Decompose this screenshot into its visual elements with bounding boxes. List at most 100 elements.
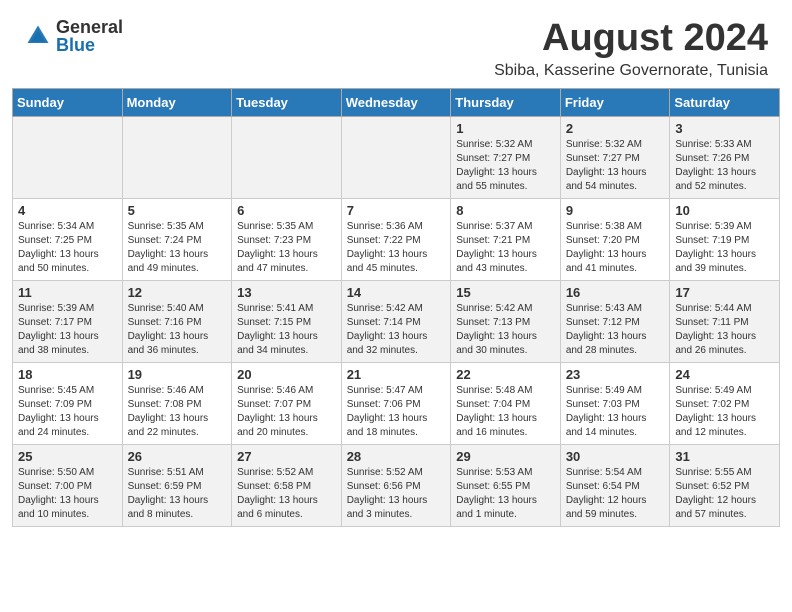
day-info: Sunrise: 5:39 AM Sunset: 7:17 PM Dayligh…	[18, 302, 117, 358]
day-info: Sunrise: 5:32 AM Sunset: 7:27 PM Dayligh…	[456, 138, 555, 194]
day-number: 10	[675, 203, 774, 218]
calendar-table: SundayMondayTuesdayWednesdayThursdayFrid…	[12, 88, 780, 527]
day-number: 14	[347, 285, 446, 300]
day-number: 6	[237, 203, 336, 218]
month-year-title: August 2024	[494, 18, 768, 60]
logo: General Blue	[24, 18, 123, 54]
calendar-cell: 27 Sunrise: 5:52 AM Sunset: 6:58 PM Dayli…	[232, 444, 342, 526]
calendar-cell: 21 Sunrise: 5:47 AM Sunset: 7:06 PM Dayli…	[341, 362, 451, 444]
day-info: Sunrise: 5:52 AM Sunset: 6:58 PM Dayligh…	[237, 466, 336, 522]
day-number: 18	[18, 367, 117, 382]
calendar-cell: 20Sunrise: 5:46 AM Sunset: 7:07 PM Dayli…	[232, 362, 342, 444]
calendar-week-row: 25Sunrise: 5:50 AM Sunset: 7:00 PM Dayli…	[13, 444, 780, 526]
calendar-cell: 30 Sunrise: 5:54 AM Sunset: 6:54 PM Dayli…	[560, 444, 670, 526]
calendar-cell: 19 Sunrise: 5:46 AM Sunset: 7:08 PM Dayli…	[122, 362, 232, 444]
day-number: 12	[128, 285, 227, 300]
day-info: Sunrise: 5:46 AM Sunset: 7:08 PM Dayligh…	[128, 384, 227, 440]
day-info: Sunrise: 5:40 AM Sunset: 7:16 PM Dayligh…	[128, 302, 227, 358]
calendar-cell: 3Sunrise: 5:33 AM Sunset: 7:26 PM Daylig…	[670, 116, 780, 198]
day-number: 27	[237, 449, 336, 464]
day-info: Sunrise: 5:53 AM Sunset: 6:55 PM Dayligh…	[456, 466, 555, 522]
day-info: Sunrise: 5:35 AM Sunset: 7:23 PM Dayligh…	[237, 220, 336, 276]
day-info: Sunrise: 5:38 AM Sunset: 7:20 PM Dayligh…	[566, 220, 665, 276]
day-info: Sunrise: 5:44 AM Sunset: 7:11 PM Dayligh…	[675, 302, 774, 358]
day-info: Sunrise: 5:48 AM Sunset: 7:04 PM Dayligh…	[456, 384, 555, 440]
day-number: 21	[347, 367, 446, 382]
calendar-cell: 16Sunrise: 5:43 AM Sunset: 7:12 PM Dayli…	[560, 280, 670, 362]
header-cell-friday: Friday	[560, 88, 670, 116]
calendar-week-row: 4 Sunrise: 5:34 AM Sunset: 7:25 PM Daylig…	[13, 198, 780, 280]
calendar-cell: 31Sunrise: 5:55 AM Sunset: 6:52 PM Dayli…	[670, 444, 780, 526]
day-info: Sunrise: 5:39 AM Sunset: 7:19 PM Dayligh…	[675, 220, 774, 276]
day-info: Sunrise: 5:54 AM Sunset: 6:54 PM Dayligh…	[566, 466, 665, 522]
calendar-cell: 22 Sunrise: 5:48 AM Sunset: 7:04 PM Dayli…	[451, 362, 561, 444]
day-info: Sunrise: 5:49 AM Sunset: 7:02 PM Dayligh…	[675, 384, 774, 440]
day-info: Sunrise: 5:42 AM Sunset: 7:14 PM Dayligh…	[347, 302, 446, 358]
day-number: 5	[128, 203, 227, 218]
day-number: 28	[347, 449, 446, 464]
logo-blue-label: Blue	[56, 36, 123, 54]
header-cell-tuesday: Tuesday	[232, 88, 342, 116]
day-number: 11	[18, 285, 117, 300]
calendar-cell: 9 Sunrise: 5:38 AM Sunset: 7:20 PM Daylig…	[560, 198, 670, 280]
day-info: Sunrise: 5:52 AM Sunset: 6:56 PM Dayligh…	[347, 466, 446, 522]
location-subtitle: Sbiba, Kasserine Governorate, Tunisia	[494, 62, 768, 80]
calendar-cell: 24 Sunrise: 5:49 AM Sunset: 7:02 PM Dayli…	[670, 362, 780, 444]
calendar-week-row: 18Sunrise: 5:45 AM Sunset: 7:09 PM Dayli…	[13, 362, 780, 444]
header-cell-saturday: Saturday	[670, 88, 780, 116]
day-info: Sunrise: 5:34 AM Sunset: 7:25 PM Dayligh…	[18, 220, 117, 276]
day-number: 29	[456, 449, 555, 464]
calendar-cell	[232, 116, 342, 198]
calendar-cell: 12 Sunrise: 5:40 AM Sunset: 7:16 PM Dayli…	[122, 280, 232, 362]
day-number: 31	[675, 449, 774, 464]
day-number: 22	[456, 367, 555, 382]
day-number: 23	[566, 367, 665, 382]
calendar-cell: 2Sunrise: 5:32 AM Sunset: 7:27 PM Daylig…	[560, 116, 670, 198]
day-number: 3	[675, 121, 774, 136]
calendar-cell: 8Sunrise: 5:37 AM Sunset: 7:21 PM Daylig…	[451, 198, 561, 280]
calendar-cell: 15Sunrise: 5:42 AM Sunset: 7:13 PM Dayli…	[451, 280, 561, 362]
header-row: SundayMondayTuesdayWednesdayThursdayFrid…	[13, 88, 780, 116]
day-number: 24	[675, 367, 774, 382]
day-info: Sunrise: 5:36 AM Sunset: 7:22 PM Dayligh…	[347, 220, 446, 276]
calendar-cell: 17 Sunrise: 5:44 AM Sunset: 7:11 PM Dayli…	[670, 280, 780, 362]
day-number: 9	[566, 203, 665, 218]
day-info: Sunrise: 5:42 AM Sunset: 7:13 PM Dayligh…	[456, 302, 555, 358]
day-number: 30	[566, 449, 665, 464]
day-info: Sunrise: 5:41 AM Sunset: 7:15 PM Dayligh…	[237, 302, 336, 358]
calendar-header: SundayMondayTuesdayWednesdayThursdayFrid…	[13, 88, 780, 116]
day-number: 2	[566, 121, 665, 136]
day-number: 7	[347, 203, 446, 218]
day-number: 19	[128, 367, 227, 382]
day-number: 16	[566, 285, 665, 300]
calendar-cell	[341, 116, 451, 198]
day-number: 26	[128, 449, 227, 464]
header-cell-sunday: Sunday	[13, 88, 123, 116]
logo-text: General Blue	[56, 18, 123, 54]
day-number: 20	[237, 367, 336, 382]
calendar-cell: 25Sunrise: 5:50 AM Sunset: 7:00 PM Dayli…	[13, 444, 123, 526]
day-info: Sunrise: 5:50 AM Sunset: 7:00 PM Dayligh…	[18, 466, 117, 522]
calendar-cell: 11 Sunrise: 5:39 AM Sunset: 7:17 PM Dayli…	[13, 280, 123, 362]
header-cell-thursday: Thursday	[451, 88, 561, 116]
calendar-cell: 5Sunrise: 5:35 AM Sunset: 7:24 PM Daylig…	[122, 198, 232, 280]
calendar-cell: 18Sunrise: 5:45 AM Sunset: 7:09 PM Dayli…	[13, 362, 123, 444]
page-header: General Blue August 2024 Sbiba, Kasserin…	[0, 0, 792, 88]
calendar-container: SundayMondayTuesdayWednesdayThursdayFrid…	[0, 88, 792, 539]
calendar-cell	[122, 116, 232, 198]
calendar-cell	[13, 116, 123, 198]
day-number: 4	[18, 203, 117, 218]
day-number: 13	[237, 285, 336, 300]
logo-icon	[24, 22, 52, 50]
calendar-cell: 7 Sunrise: 5:36 AM Sunset: 7:22 PM Daylig…	[341, 198, 451, 280]
calendar-cell: 6 Sunrise: 5:35 AM Sunset: 7:23 PM Daylig…	[232, 198, 342, 280]
calendar-cell: 13 Sunrise: 5:41 AM Sunset: 7:15 PM Dayli…	[232, 280, 342, 362]
logo-general-label: General	[56, 18, 123, 36]
day-info: Sunrise: 5:47 AM Sunset: 7:06 PM Dayligh…	[347, 384, 446, 440]
calendar-week-row: 11 Sunrise: 5:39 AM Sunset: 7:17 PM Dayli…	[13, 280, 780, 362]
day-info: Sunrise: 5:49 AM Sunset: 7:03 PM Dayligh…	[566, 384, 665, 440]
day-number: 17	[675, 285, 774, 300]
calendar-week-row: 1Sunrise: 5:32 AM Sunset: 7:27 PM Daylig…	[13, 116, 780, 198]
header-cell-monday: Monday	[122, 88, 232, 116]
calendar-cell: 28 Sunrise: 5:52 AM Sunset: 6:56 PM Dayli…	[341, 444, 451, 526]
